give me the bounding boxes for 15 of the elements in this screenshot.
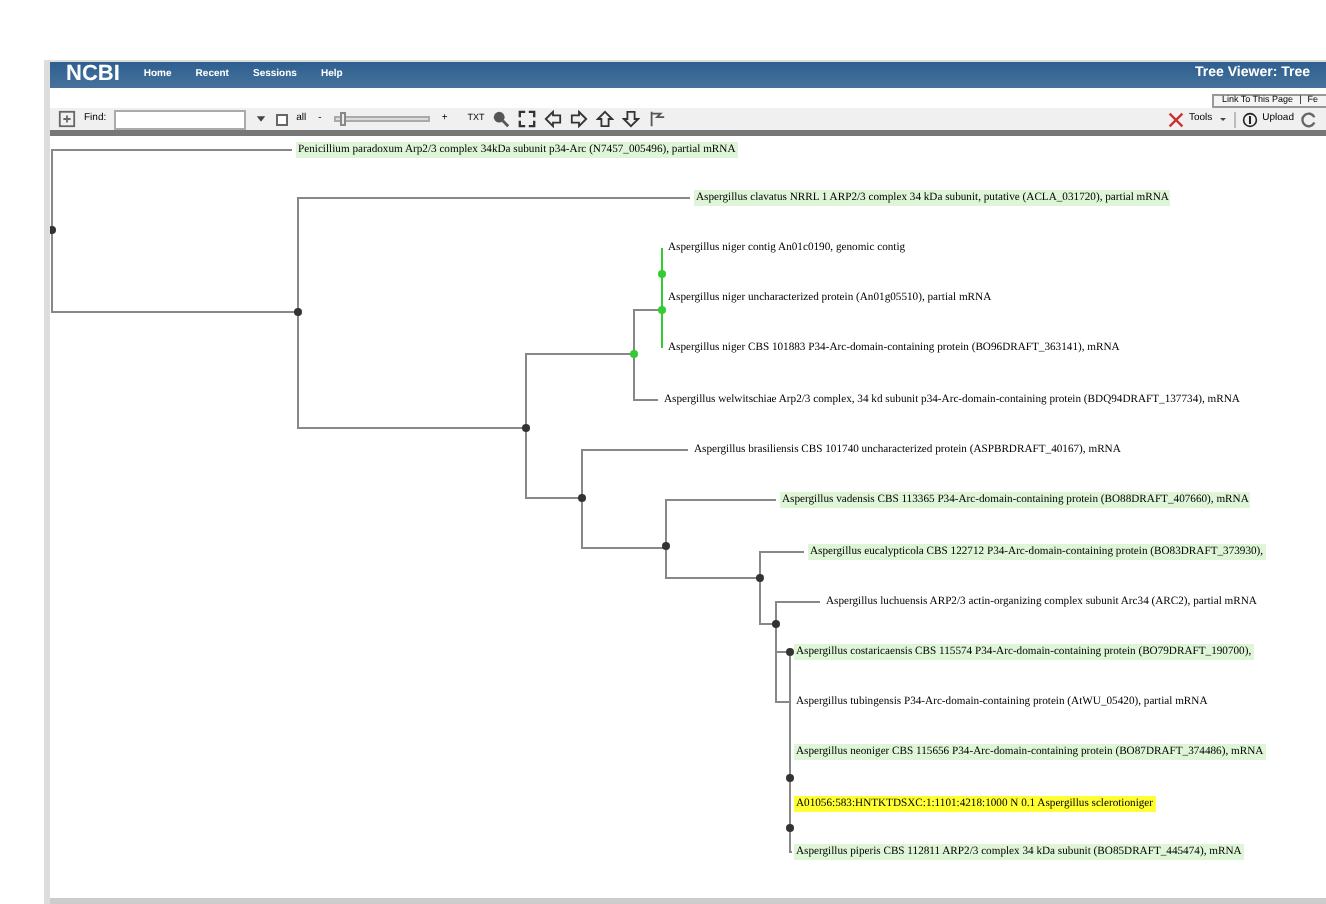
up-arrow-icon[interactable] xyxy=(596,110,615,128)
expand-icon[interactable] xyxy=(58,110,76,128)
find-field[interactable] xyxy=(114,109,247,129)
slider-thumb[interactable] xyxy=(340,112,347,126)
ncbi-logo[interactable]: NCBI xyxy=(66,64,120,86)
zoom-slider[interactable] xyxy=(333,116,430,122)
magnifier-icon[interactable] xyxy=(492,110,511,128)
tools-icon xyxy=(1168,111,1185,127)
down-arrow-icon[interactable] xyxy=(622,110,641,128)
all-checkbox[interactable] xyxy=(276,113,289,125)
left-arrow-icon[interactable] xyxy=(544,110,563,128)
refresh-icon[interactable] xyxy=(1300,110,1318,128)
fullscreen-icon[interactable] xyxy=(518,110,537,128)
right-arrow-icon[interactable] xyxy=(570,110,589,128)
upload-icon xyxy=(1242,111,1259,127)
